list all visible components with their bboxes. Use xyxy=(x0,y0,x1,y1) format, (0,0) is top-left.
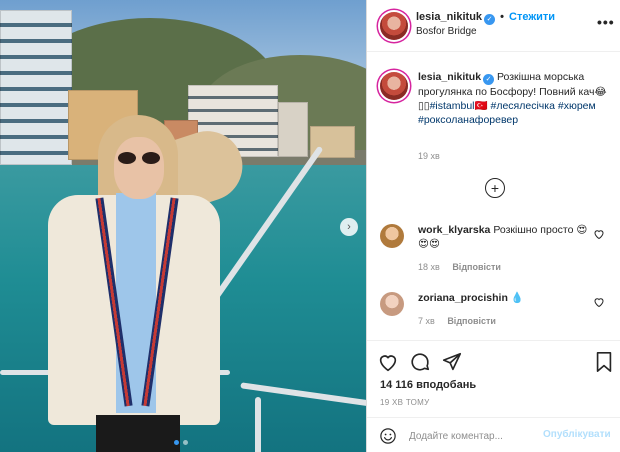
next-slide-button[interactable]: › xyxy=(340,218,358,236)
sunglasses xyxy=(118,152,160,164)
commenter-avatar[interactable] xyxy=(380,224,404,248)
building xyxy=(278,102,308,157)
posted-ago: 19 ХВ ТОМУ xyxy=(380,398,430,407)
comment-like-heart-icon[interactable] xyxy=(593,228,605,240)
comment-icon[interactable] xyxy=(409,351,431,373)
author-line: lesia_nikituk ✓ • Стежити xyxy=(416,11,555,25)
comment-like-heart-icon[interactable] xyxy=(593,296,605,308)
comment-time: 7 хв xyxy=(418,316,435,326)
caption-emoji-extra: ▯▯ xyxy=(418,100,430,112)
verified-badge-icon: ✓ xyxy=(483,74,495,85)
likes-count[interactable]: 14 116 вподобань xyxy=(380,379,476,391)
comment: zoriana_procishin 💧 xyxy=(418,291,590,305)
comment: work_klyarska Розкішно просто 😍😍😍 xyxy=(418,223,590,251)
carousel-dot xyxy=(183,440,188,445)
post-caption: lesia_nikituk ✓ Розкішна морська прогулян… xyxy=(418,70,614,127)
hashtag[interactable]: #istambul🇹🇷 xyxy=(430,100,488,112)
heart-icon[interactable] xyxy=(377,351,399,373)
separator: • xyxy=(500,11,504,23)
comment-input[interactable] xyxy=(409,427,539,445)
caption-time: 19 хв xyxy=(418,151,440,161)
boat-railing xyxy=(255,397,261,452)
plus-circle-icon[interactable]: + xyxy=(485,178,505,198)
hashtag[interactable]: #роксоланафоревер xyxy=(418,114,518,126)
comment-username[interactable]: zoriana_procishin xyxy=(418,292,508,304)
comment-meta: 18 хв Відповісти xyxy=(418,262,501,272)
follow-button[interactable]: Стежити xyxy=(509,11,555,23)
comment-text: 💧 xyxy=(510,292,524,304)
caption-username[interactable]: lesia_nikituk xyxy=(418,71,481,83)
author-avatar[interactable] xyxy=(380,12,408,40)
post-header: lesia_nikituk ✓ • Стежити Bosfor Bridge •… xyxy=(367,0,620,52)
commenter-avatar[interactable] xyxy=(380,292,404,316)
carousel-dots xyxy=(174,440,188,445)
smiley-icon[interactable] xyxy=(379,427,397,445)
face xyxy=(114,137,164,199)
add-comment-bar: Опублікувати xyxy=(367,417,620,452)
chevron-right-icon: › xyxy=(347,221,351,233)
carousel-dot-active xyxy=(174,440,179,445)
author-username[interactable]: lesia_nikituk xyxy=(416,11,482,23)
send-icon[interactable] xyxy=(441,351,463,373)
reply-button[interactable]: Відповісти xyxy=(447,316,496,326)
woman-figure xyxy=(48,115,252,452)
hashtag[interactable]: #хюрем xyxy=(558,100,596,112)
verified-badge-icon: ✓ xyxy=(484,14,496,25)
bookmark-icon[interactable] xyxy=(593,351,615,373)
post-actions: 14 116 вподобань 19 ХВ ТОМУ Опублікувати xyxy=(367,340,620,452)
legs xyxy=(96,415,180,452)
more-options-icon[interactable]: ••• xyxy=(597,14,615,30)
post-photo[interactable]: › xyxy=(0,0,366,452)
post-side-panel: lesia_nikituk ✓ • Стежити Bosfor Bridge •… xyxy=(366,0,620,452)
publish-button[interactable]: Опублікувати xyxy=(543,429,611,440)
comment-username[interactable]: work_klyarska xyxy=(418,224,490,236)
comment-meta: 7 хв Відповісти xyxy=(418,316,496,326)
post-location[interactable]: Bosfor Bridge xyxy=(416,26,477,37)
comment-time: 18 хв xyxy=(418,262,440,272)
hashtag[interactable]: #лесялесічка xyxy=(491,100,555,112)
caption-avatar[interactable] xyxy=(380,72,408,100)
reply-button[interactable]: Відповісти xyxy=(452,262,501,272)
